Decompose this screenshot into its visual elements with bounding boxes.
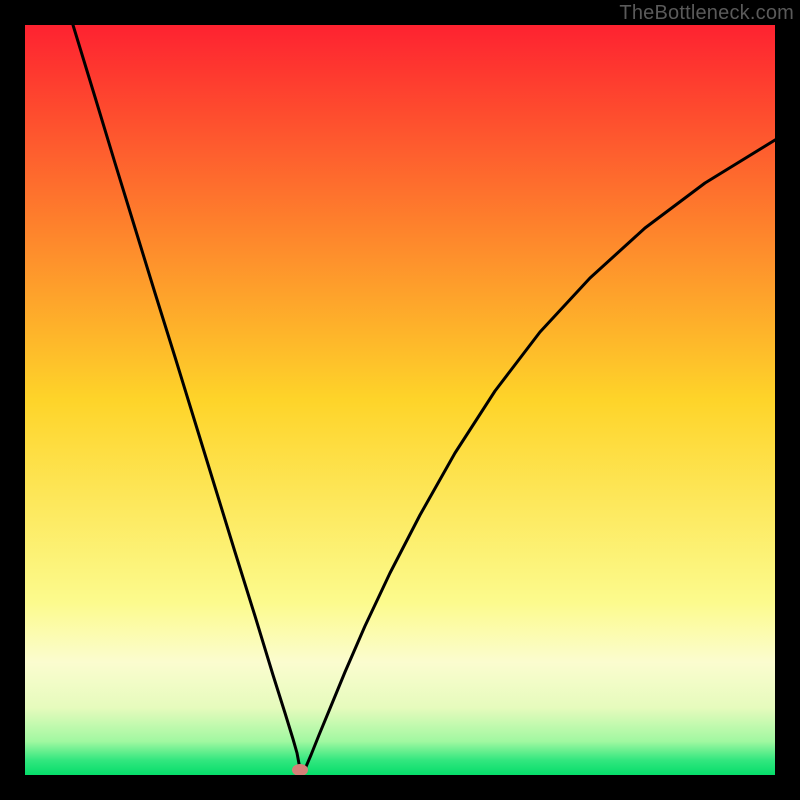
- minimum-marker: [25, 25, 775, 775]
- chart-frame: TheBottleneck.com: [0, 0, 800, 800]
- plot-area: [25, 25, 775, 775]
- watermark-text: TheBottleneck.com: [619, 2, 794, 25]
